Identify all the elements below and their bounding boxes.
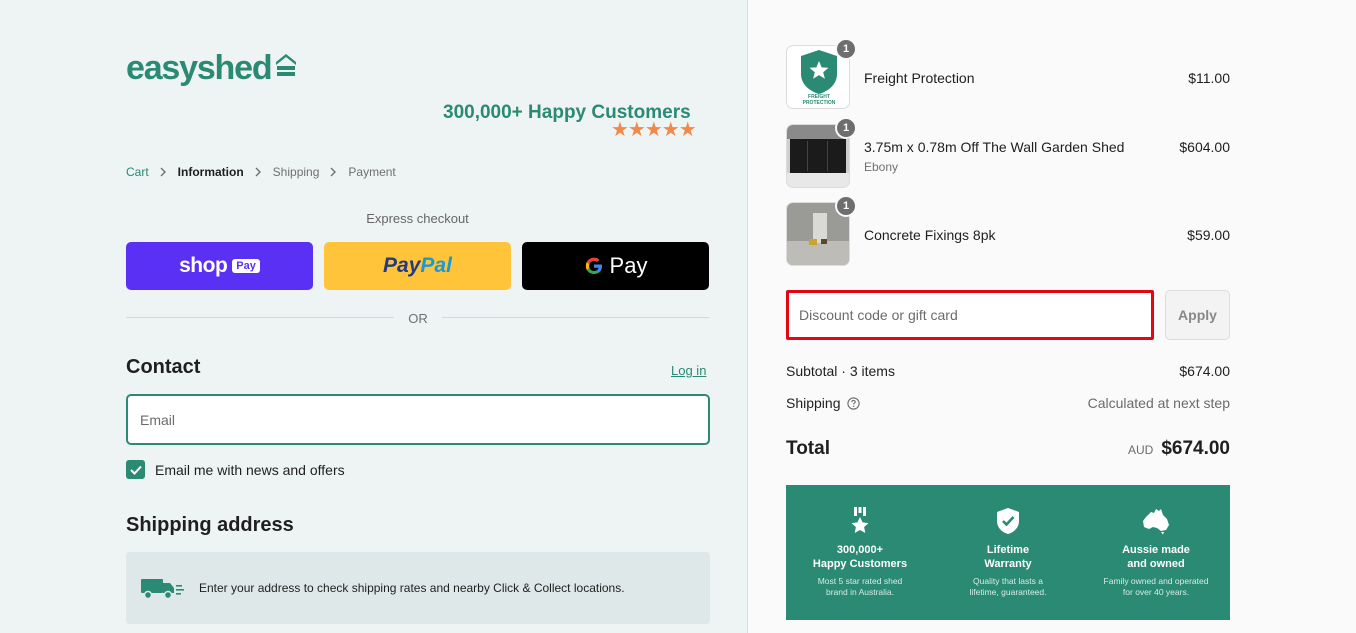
google-pay-button[interactable]: Pay	[522, 242, 709, 290]
feature-lifetime-warranty: Lifetime Warranty Quality that lasts a lif…	[934, 485, 1082, 620]
chevron-right-icon	[160, 167, 167, 177]
house-logo-icon	[276, 54, 297, 76]
help-circle-icon[interactable]	[846, 396, 860, 410]
cart-item: FREIGHT PROTECTION 1 Freight Protection …	[786, 38, 1230, 109]
item-name: 3.75m x 0.78m Off The Wall Garden Shed	[864, 139, 1125, 155]
truck-icon	[141, 579, 184, 600]
trust-banner: 300,000+ Happy Customers Most 5 star rate…	[786, 485, 1230, 620]
feature-sub-2: lifetime, guaranteed.	[969, 587, 1047, 597]
email-field[interactable]	[126, 394, 710, 445]
feature-aussie-made: Aussie made and owned Family owned and op…	[1082, 485, 1230, 620]
item-price: $604.00	[1179, 139, 1230, 155]
breadcrumb-payment: Payment	[348, 165, 396, 179]
shipping-notice: Enter your address to check shipping rat…	[126, 552, 710, 624]
medal-star-icon	[851, 507, 869, 533]
google-pay-word: Pay	[609, 253, 648, 278]
chevron-right-icon	[255, 167, 262, 177]
divider-left	[126, 317, 394, 318]
feature-title: Aussie made	[1122, 544, 1190, 556]
breadcrumb-information: Information	[177, 165, 244, 179]
discount-code-input[interactable]	[786, 290, 1154, 340]
login-link[interactable]: Log in	[671, 363, 706, 378]
chevron-right-icon	[330, 167, 337, 177]
shipping-row: Shipping Calculated at next step	[786, 395, 1230, 411]
feature-sub: Most 5 star rated shed	[817, 576, 903, 586]
feature-title: Lifetime	[986, 544, 1030, 556]
quantity-badge: 1	[835, 38, 857, 60]
item-name: Freight Protection	[864, 70, 975, 86]
brand-name: easyshed	[126, 48, 273, 87]
express-checkout-label: Express checkout	[366, 211, 469, 226]
breadcrumb-cart[interactable]: Cart	[126, 165, 149, 179]
item-variant: Ebony	[864, 160, 899, 174]
feature-title-2: Warranty	[984, 558, 1032, 570]
quantity-badge: 1	[835, 117, 857, 139]
divider-right	[442, 317, 709, 318]
shop-pay-badge: Pay	[232, 259, 260, 273]
newsletter-checkbox[interactable]	[126, 460, 145, 479]
cart-item: 1 3.75m x 0.78m Off The Wall Garden Shed…	[786, 117, 1230, 188]
subtotal-value: $674.00	[1179, 363, 1230, 379]
quantity-badge: 1	[835, 195, 857, 217]
shipping-label: Shipping	[786, 395, 841, 411]
total-value: $674.00	[1161, 438, 1230, 459]
rating-stars: ★★★★★	[611, 119, 697, 141]
item-name: Concrete Fixings 8pk	[864, 227, 996, 243]
shipping-notice-text: Enter your address to check shipping rat…	[199, 581, 625, 595]
shield-check-icon	[997, 508, 1019, 534]
breadcrumb-shipping: Shipping	[272, 165, 320, 179]
newsletter-option[interactable]: Email me with news and offers	[126, 460, 345, 479]
feature-sub: Family owned and operated	[1103, 576, 1209, 586]
cart-item: 1 Concrete Fixings 8pk $59.00	[786, 195, 1230, 266]
paypal-word-1: Pay	[383, 254, 421, 277]
total-currency: AUD	[1127, 443, 1154, 457]
checkmark-icon	[129, 465, 142, 475]
feature-sub: Quality that lasts a	[973, 576, 1043, 586]
shipping-value: Calculated at next step	[1087, 395, 1230, 411]
total-label: Total	[786, 438, 830, 459]
feature-sub-2: for over 40 years.	[1122, 587, 1190, 597]
happy-customers-badge: 300,000+ Happy Customers ★★★★★	[443, 102, 713, 140]
google-g-icon	[585, 257, 602, 274]
shop-pay-button[interactable]: shop Pay	[126, 242, 313, 290]
order-summary: FREIGHT PROTECTION 1 Freight Protection …	[748, 0, 1356, 633]
item-price: $11.00	[1188, 70, 1230, 86]
checkout-main: easyshed 300,000+ Happy Customers ★★★★★ …	[0, 0, 748, 633]
contact-heading: Contact	[126, 356, 201, 378]
breadcrumb: Cart Information Shipping Payment	[126, 165, 396, 179]
shipping-address-heading: Shipping address	[126, 514, 294, 536]
paypal-word-2: Pal	[420, 254, 452, 277]
subtotal-label: Subtotal · 3 items	[786, 363, 895, 379]
brand-logo[interactable]: easyshed	[126, 46, 298, 90]
apply-discount-button[interactable]: Apply	[1165, 290, 1230, 340]
feature-title-2: Happy Customers	[812, 558, 908, 570]
or-divider-text: OR	[408, 311, 428, 326]
newsletter-label: Email me with news and offers	[155, 461, 345, 478]
item-price: $59.00	[1187, 227, 1230, 243]
australia-map-icon	[1143, 509, 1169, 535]
feature-title: 300,000+	[836, 544, 884, 556]
freight-badge-line2: PROTECTION	[803, 100, 836, 106]
paypal-button[interactable]: Pay Pal	[324, 242, 511, 290]
shop-pay-word: shop	[179, 254, 228, 277]
feature-sub-2: brand in Australia.	[825, 587, 895, 597]
feature-title-2: and owned	[1127, 558, 1185, 570]
feature-happy-customers: 300,000+ Happy Customers Most 5 star rate…	[786, 485, 934, 620]
total-row: Total AUD $674.00	[786, 438, 1230, 460]
subtotal-row: Subtotal · 3 items $674.00	[786, 363, 1230, 379]
